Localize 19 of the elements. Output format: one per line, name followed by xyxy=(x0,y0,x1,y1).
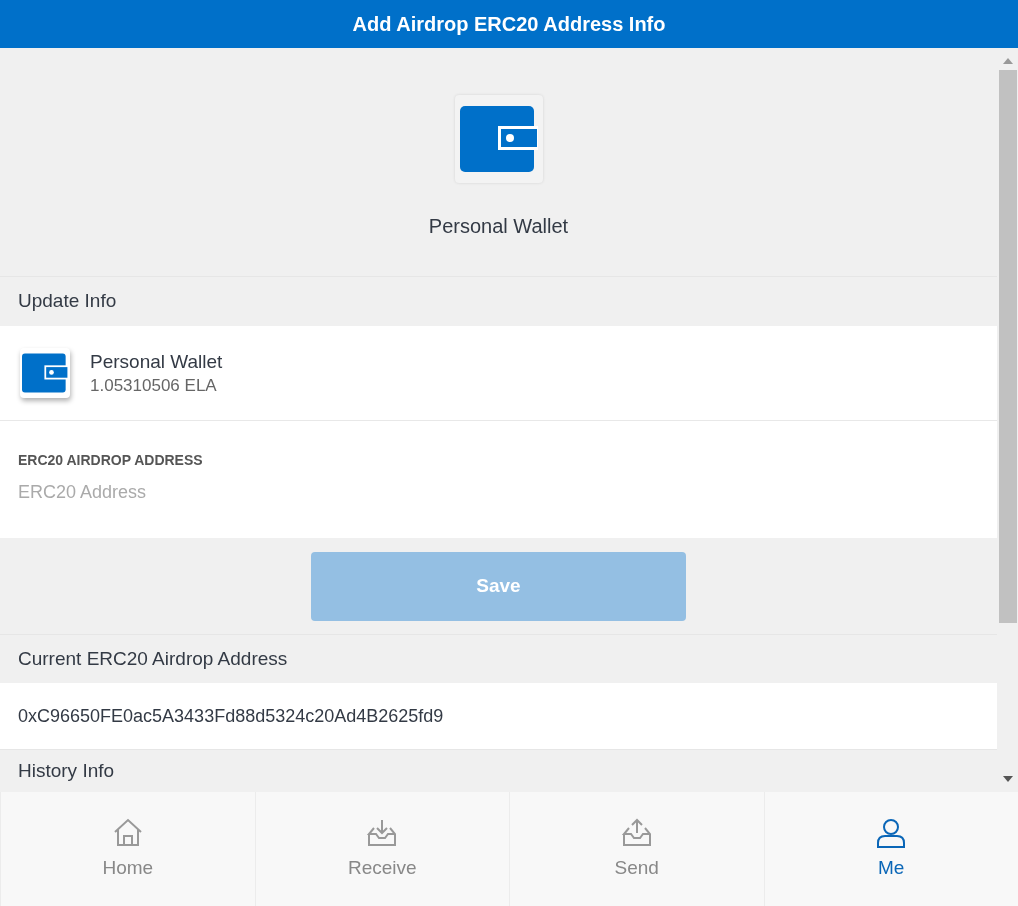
address-value: 0xC96650FE0ac5A3433Fd88d5324c20Ad4B2625fd9 xyxy=(18,704,444,728)
section-heading: History Info xyxy=(18,758,115,783)
wallet-icon xyxy=(459,106,538,172)
field-label: ERC20 AIRDROP ADDRESS xyxy=(18,452,204,468)
page-title: Add Airdrop ERC20 Address Info xyxy=(352,12,666,37)
nav-tab[interactable]: Receive xyxy=(254,792,509,906)
wallet-balance: 1.05310506 ELA xyxy=(90,375,218,397)
scroll-up-arrow-icon[interactable] xyxy=(1002,58,1013,64)
nav-tab[interactable]: Send xyxy=(509,792,764,906)
nav-tab[interactable]: Home xyxy=(0,792,255,906)
wallet-name: Personal Wallet xyxy=(90,350,223,374)
section-heading: Update Info xyxy=(18,289,117,314)
nav-tab[interactable]: Me xyxy=(763,792,1018,906)
scroll-down-arrow-icon[interactable] xyxy=(1002,776,1013,782)
wallet-row[interactable]: Personal Wallet 1.05310506 ELA xyxy=(0,326,997,421)
scrollbar-thumb[interactable] xyxy=(998,70,1017,623)
address-input[interactable]: ERC20 Address xyxy=(18,478,979,506)
wallet-name: Personal Wallet xyxy=(428,214,569,239)
section-heading: Current ERC20 Airdrop Address xyxy=(18,646,288,671)
